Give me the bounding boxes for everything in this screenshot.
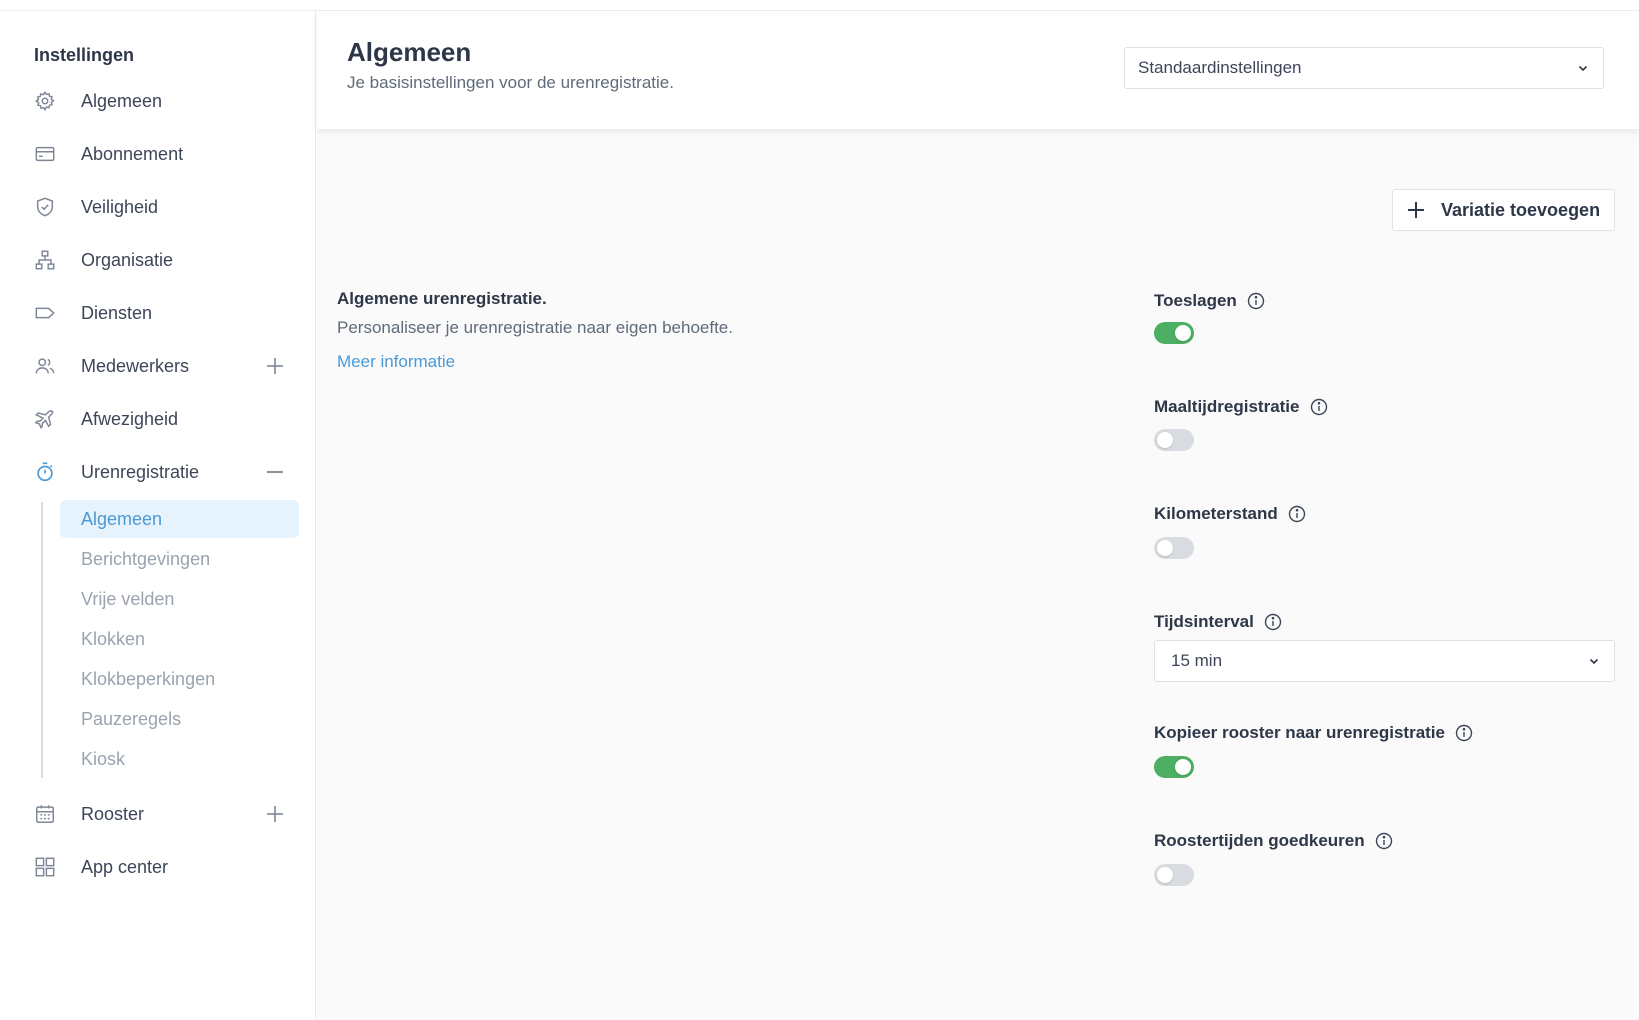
- sidebar-item-label: Diensten: [81, 302, 153, 323]
- select-value: Standaardinstellingen: [1138, 58, 1302, 77]
- setting-label-toeslagen: Toeslagen: [1154, 291, 1265, 311]
- setting-label-text: Kopieer rooster naar urenregistratie: [1154, 723, 1445, 742]
- toggle-knob: [1157, 540, 1173, 556]
- collapse-minus-icon[interactable]: [265, 462, 285, 482]
- setting-label-text: Kilometerstand: [1154, 504, 1278, 523]
- sidebar-item-medewerkers[interactable]: Medewerkers: [0, 346, 316, 386]
- sidebar-item-afwezigheid[interactable]: Afwezigheid: [0, 399, 316, 439]
- submenu-item-klokken[interactable]: Klokken: [60, 620, 299, 658]
- top-bar: [0, 0, 1639, 11]
- info-icon[interactable]: [1264, 613, 1282, 631]
- info-icon[interactable]: [1310, 398, 1328, 416]
- sidebar-item-abonnement[interactable]: Abonnement: [0, 134, 316, 174]
- calendar-icon: [33, 802, 57, 826]
- settings-sidebar: Instellingen Algemeen Abonnement Veiligh…: [0, 11, 316, 1020]
- toggle-knob: [1157, 432, 1173, 448]
- sidebar-item-rooster[interactable]: Rooster: [0, 794, 316, 834]
- add-variation-label: Variatie toevoegen: [1441, 199, 1601, 220]
- sidebar-title: Instellingen: [34, 45, 135, 65]
- submenu-item-pauzeregels[interactable]: Pauzeregels: [60, 700, 299, 738]
- sidebar-item-organisatie[interactable]: Organisatie: [0, 240, 316, 280]
- sidebar-item-label: Afwezigheid: [81, 408, 179, 429]
- plane-icon: [33, 407, 57, 431]
- sidebar-item-veiligheid[interactable]: Veiligheid: [0, 187, 316, 227]
- section-title: Algemene urenregistratie.: [337, 289, 547, 308]
- more-info-link[interactable]: Meer informatie: [337, 352, 455, 372]
- plus-icon: [1407, 201, 1425, 224]
- info-icon[interactable]: [1375, 832, 1393, 850]
- grid-icon: [33, 855, 57, 879]
- sidebar-item-label: Organisatie: [81, 249, 174, 270]
- page-header: Algemeen Je basisinstellingen voor de ur…: [317, 11, 1639, 129]
- chevron-down-icon: [1586, 653, 1602, 674]
- toggle-knob: [1175, 759, 1191, 775]
- submenu-item-vrije-velden[interactable]: Vrije velden: [60, 580, 299, 618]
- toggle-toeslagen[interactable]: [1154, 322, 1194, 344]
- settings-profile-select[interactable]: Standaardinstellingen: [1124, 47, 1604, 89]
- sidebar-item-label: Algemeen: [81, 90, 163, 111]
- submenu-item-kiosk[interactable]: Kiosk: [60, 740, 299, 778]
- setting-label-tijdsinterval: Tijdsinterval: [1154, 612, 1282, 632]
- tag-icon: [33, 301, 57, 325]
- toggle-knob: [1175, 325, 1191, 341]
- shield-check-icon: [33, 195, 57, 219]
- info-icon[interactable]: [1455, 724, 1473, 742]
- page-subtitle: Je basisinstellingen voor de urenregistr…: [347, 73, 674, 92]
- sidebar-item-label: Veiligheid: [81, 196, 159, 217]
- stopwatch-icon: [33, 460, 57, 484]
- sidebar-item-label: Rooster: [81, 803, 145, 824]
- setting-label-text: Roostertijden goedkeuren: [1154, 831, 1365, 850]
- setting-label-maaltijdregistratie: Maaltijdregistratie: [1154, 397, 1328, 417]
- setting-label-kilometerstand: Kilometerstand: [1154, 504, 1306, 524]
- main-content: Algemeen Je basisinstellingen voor de ur…: [317, 11, 1639, 1020]
- sidebar-item-algemeen[interactable]: Algemeen: [0, 81, 316, 121]
- setting-label-kopieer-rooster: Kopieer rooster naar urenregistratie: [1154, 723, 1473, 743]
- toggle-kopieer-rooster[interactable]: [1154, 756, 1194, 778]
- add-medewerker-plus-icon[interactable]: [265, 356, 285, 376]
- setting-label-text: Toeslagen: [1154, 291, 1237, 310]
- section-description: Personaliseer je urenregistratie naar ei…: [337, 318, 733, 337]
- submenu-item-klokbeperkingen[interactable]: Klokbeperkingen: [60, 660, 299, 698]
- setting-label-roostertijden-goedkeuren: Roostertijden goedkeuren: [1154, 831, 1393, 851]
- toggle-maaltijdregistratie[interactable]: [1154, 429, 1194, 451]
- sidebar-item-label: App center: [81, 856, 169, 877]
- setting-label-text: Tijdsinterval: [1154, 612, 1254, 631]
- toggle-roostertijden-goedkeuren[interactable]: [1154, 864, 1194, 886]
- submenu-item-algemeen[interactable]: Algemeen: [60, 500, 299, 538]
- info-icon[interactable]: [1288, 505, 1306, 523]
- submenu-guide-line: [41, 502, 43, 778]
- toggle-kilometerstand[interactable]: [1154, 537, 1194, 559]
- add-variation-button[interactable]: Variatie toevoegen: [1392, 189, 1615, 231]
- time-interval-select[interactable]: 15 min: [1154, 640, 1615, 682]
- page-title: Algemeen: [347, 37, 472, 67]
- sidebar-item-label: Urenregistratie: [81, 461, 200, 482]
- gear-icon: [33, 89, 57, 113]
- select-value: 15 min: [1171, 651, 1223, 670]
- credit-card-icon: [33, 142, 57, 166]
- toggle-knob: [1157, 867, 1173, 883]
- users-icon: [33, 354, 57, 378]
- sidebar-item-diensten[interactable]: Diensten: [0, 293, 316, 333]
- sidebar-item-label: Abonnement: [81, 143, 184, 164]
- info-icon[interactable]: [1247, 292, 1265, 310]
- setting-label-text: Maaltijdregistratie: [1154, 397, 1300, 416]
- sidebar-item-app-center[interactable]: App center: [0, 847, 316, 887]
- sidebar-item-label: Medewerkers: [81, 355, 190, 376]
- add-rooster-plus-icon[interactable]: [265, 804, 285, 824]
- chevron-down-icon: [1575, 60, 1591, 81]
- org-chart-icon: [33, 248, 57, 272]
- submenu-item-berichtgevingen[interactable]: Berichtgevingen: [60, 540, 299, 578]
- sidebar-item-urenregistratie[interactable]: Urenregistratie: [0, 452, 316, 492]
